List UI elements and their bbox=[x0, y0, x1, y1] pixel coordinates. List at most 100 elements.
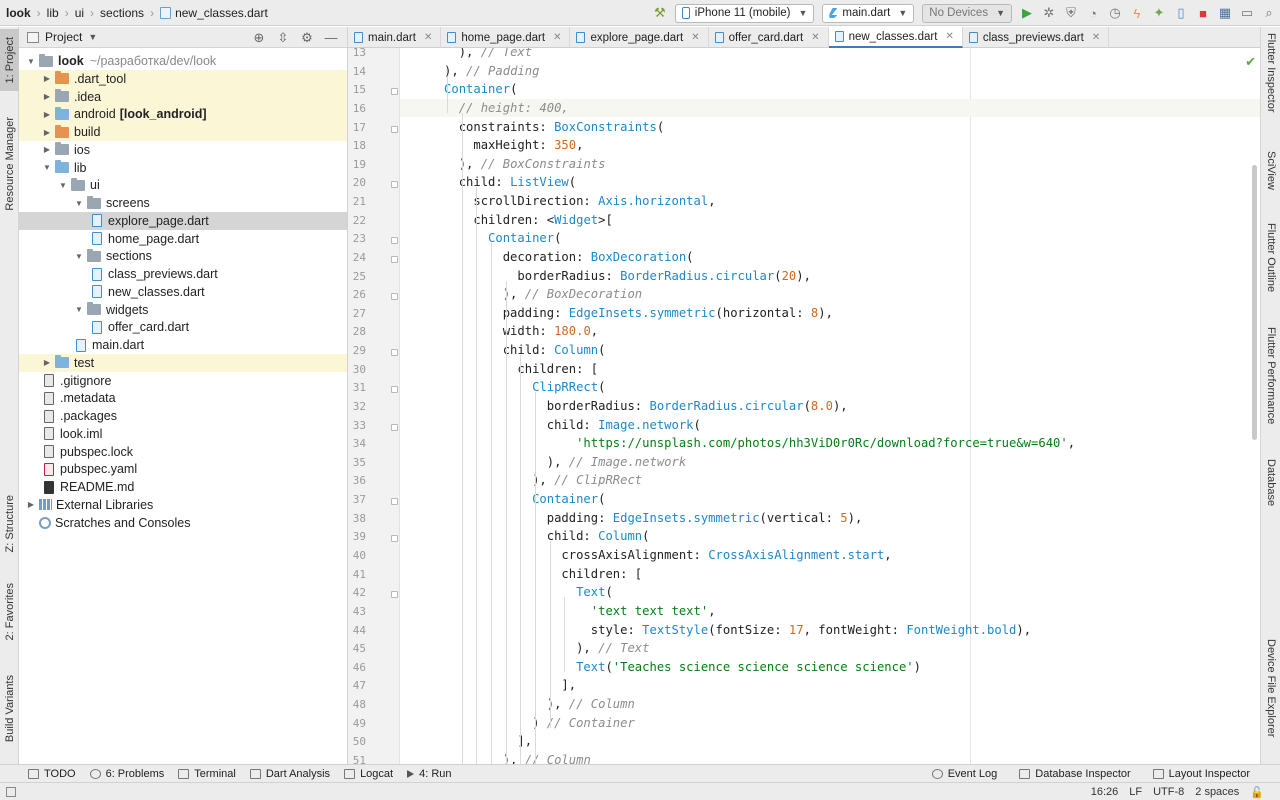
breadcrumb-file[interactable]: new_classes.dart bbox=[160, 6, 268, 20]
problems-tool[interactable]: 6: Problems bbox=[89, 768, 164, 780]
editor-tab[interactable]: main.dart ✕ bbox=[348, 27, 442, 48]
database-inspector-tool[interactable]: Database Inspector bbox=[1019, 768, 1131, 780]
tree-item[interactable]: pubspec.yaml bbox=[19, 460, 347, 478]
chevron-right-icon[interactable]: ▶ bbox=[41, 92, 53, 101]
tree-item[interactable]: ▼ sections bbox=[19, 247, 347, 265]
chevron-right-icon[interactable]: ▶ bbox=[41, 110, 53, 119]
tree-item[interactable]: pubspec.lock bbox=[19, 443, 347, 461]
tree-item[interactable]: look.iml bbox=[19, 425, 347, 443]
tab-resource-manager[interactable]: Resource Manager bbox=[0, 111, 19, 217]
flutter-inspect-icon[interactable]: ✦ bbox=[1148, 2, 1170, 24]
fold-marker[interactable] bbox=[391, 498, 398, 506]
debug-icon[interactable]: ✲ bbox=[1038, 2, 1060, 24]
run-config-selector[interactable]: main.dart ▼ bbox=[822, 3, 915, 23]
fold-marker[interactable] bbox=[391, 293, 398, 301]
close-icon[interactable]: ✕ bbox=[553, 32, 561, 43]
device-selector[interactable]: iPhone 11 (mobile) ▼ bbox=[674, 3, 815, 23]
fold-marker[interactable] bbox=[391, 181, 398, 189]
devices-combo[interactable]: No Devices ▼ bbox=[922, 3, 1012, 23]
fold-marker[interactable] bbox=[391, 591, 398, 599]
editor-tab[interactable]: class_previews.dart ✕ bbox=[963, 27, 1110, 48]
close-icon[interactable]: ✕ bbox=[691, 32, 699, 43]
tree-item[interactable]: ▶ .idea bbox=[19, 87, 347, 106]
close-icon[interactable]: ✕ bbox=[811, 32, 819, 43]
device-icon[interactable]: ▯ bbox=[1170, 2, 1192, 24]
stop-icon[interactable]: ■ bbox=[1192, 2, 1214, 24]
tree-item[interactable]: ▶ ios bbox=[19, 141, 347, 159]
line-separator[interactable]: LF bbox=[1129, 786, 1142, 798]
project-structure-icon[interactable]: ▦ bbox=[1214, 2, 1236, 24]
code-editor[interactable]: ), // Text ), // Padding Container( // h… bbox=[400, 48, 1260, 764]
tree-item[interactable]: ▼ lib bbox=[19, 159, 347, 177]
tab-structure[interactable]: Z: Structure bbox=[0, 487, 19, 561]
layout-icon[interactable]: ▭ bbox=[1236, 2, 1258, 24]
tree-item[interactable]: home_page.dart bbox=[19, 230, 347, 248]
tool-windows-icon[interactable] bbox=[6, 787, 16, 797]
gear-icon[interactable]: ⚙ bbox=[295, 30, 319, 46]
breadcrumb-ui[interactable]: ui bbox=[75, 6, 84, 20]
run-icon[interactable]: ▶ bbox=[1016, 2, 1038, 24]
dart-analysis-tool[interactable]: Dart Analysis bbox=[249, 768, 330, 780]
close-icon[interactable]: ✕ bbox=[424, 32, 432, 43]
tab-flutter-outline[interactable]: Flutter Outline bbox=[1261, 223, 1280, 292]
lock-icon[interactable]: 🔓 bbox=[1250, 786, 1264, 799]
editor-tab[interactable]: offer_card.dart ✕ bbox=[709, 27, 829, 48]
tree-item[interactable]: ▶ External Libraries bbox=[19, 496, 347, 514]
tab-device-file-explorer[interactable]: Device File Explorer bbox=[1261, 639, 1280, 737]
minimize-icon[interactable]: — bbox=[319, 30, 343, 45]
fold-marker[interactable] bbox=[391, 349, 398, 357]
indent-setting[interactable]: 2 spaces bbox=[1195, 786, 1239, 798]
profile-icon[interactable]: ◔ bbox=[1082, 2, 1104, 24]
tab-database[interactable]: Database bbox=[1261, 459, 1280, 506]
logcat-tool[interactable]: Logcat bbox=[344, 768, 393, 780]
tab-favorites[interactable]: 2: Favorites bbox=[0, 575, 19, 649]
chevron-right-icon[interactable]: ▶ bbox=[41, 358, 53, 367]
search-icon[interactable]: ⌕ bbox=[1258, 2, 1280, 24]
editor-tab[interactable]: explore_page.dart ✕ bbox=[570, 27, 709, 48]
tab-project[interactable]: 1: Project bbox=[0, 29, 19, 91]
tree-item[interactable]: Scratches and Consoles bbox=[19, 514, 347, 532]
tab-build-variants[interactable]: Build Variants bbox=[0, 665, 19, 753]
tab-sciview[interactable]: SciView bbox=[1261, 151, 1280, 190]
tree-item[interactable]: ▼ widgets bbox=[19, 301, 347, 319]
fold-marker[interactable] bbox=[391, 423, 398, 431]
caret-position[interactable]: 16:26 bbox=[1091, 786, 1119, 798]
chevron-down-icon[interactable]: ▼ bbox=[73, 199, 85, 208]
tree-item[interactable]: ▶ build bbox=[19, 123, 347, 141]
tree-item[interactable]: ▶ .dart_tool bbox=[19, 69, 347, 88]
collapse-all-icon[interactable]: ⇳ bbox=[271, 30, 295, 46]
chevron-down-icon[interactable]: ▼ bbox=[41, 163, 53, 172]
coverage-icon[interactable]: ⛨ bbox=[1060, 2, 1082, 24]
tree-item[interactable]: ▼ look ~/разработка/dev/look bbox=[19, 52, 347, 70]
close-icon[interactable]: ✕ bbox=[1092, 32, 1100, 43]
event-log-tool[interactable]: Event Log bbox=[931, 768, 997, 780]
tree-item[interactable]: class_previews.dart bbox=[19, 265, 347, 283]
locate-icon[interactable]: ⊕ bbox=[247, 30, 271, 46]
chevron-right-icon[interactable]: ▶ bbox=[41, 145, 53, 154]
hot-reload-icon[interactable]: ϟ bbox=[1126, 2, 1148, 24]
chevron-down-icon[interactable]: ▼ bbox=[73, 305, 85, 314]
attach-icon[interactable]: ◷ bbox=[1104, 2, 1126, 24]
chevron-right-icon[interactable]: ▶ bbox=[41, 128, 53, 137]
project-panel-header[interactable]: Project ▼ ⊕ ⇳ ⚙ — bbox=[19, 27, 347, 48]
fold-marker[interactable] bbox=[391, 125, 398, 133]
tree-item[interactable]: explore_page.dart bbox=[19, 211, 347, 230]
editor-tab[interactable]: home_page.dart ✕ bbox=[441, 27, 571, 48]
tree-item[interactable]: .packages bbox=[19, 407, 347, 425]
fold-marker[interactable] bbox=[391, 237, 398, 245]
chevron-right-icon[interactable]: ▶ bbox=[41, 74, 53, 83]
breadcrumb-look[interactable]: look bbox=[6, 6, 31, 20]
breadcrumb-lib[interactable]: lib bbox=[47, 6, 59, 20]
tab-flutter-inspector[interactable]: Flutter Inspector bbox=[1261, 33, 1280, 112]
tree-item[interactable]: ▶ android [look_android] bbox=[19, 105, 347, 124]
chevron-down-icon[interactable]: ▼ bbox=[73, 252, 85, 261]
editor-tab[interactable]: new_classes.dart ✕ bbox=[828, 27, 963, 48]
fold-marker[interactable] bbox=[391, 255, 398, 263]
chevron-right-icon[interactable]: ▶ bbox=[25, 500, 37, 509]
file-encoding[interactable]: UTF-8 bbox=[1153, 786, 1184, 798]
tree-item[interactable]: .metadata bbox=[19, 389, 347, 407]
tree-item[interactable]: .gitignore bbox=[19, 372, 347, 390]
tree-item[interactable]: new_classes.dart bbox=[19, 283, 347, 301]
layout-inspector-tool[interactable]: Layout Inspector bbox=[1152, 768, 1250, 780]
tree-item[interactable]: ▶ test bbox=[19, 353, 347, 372]
